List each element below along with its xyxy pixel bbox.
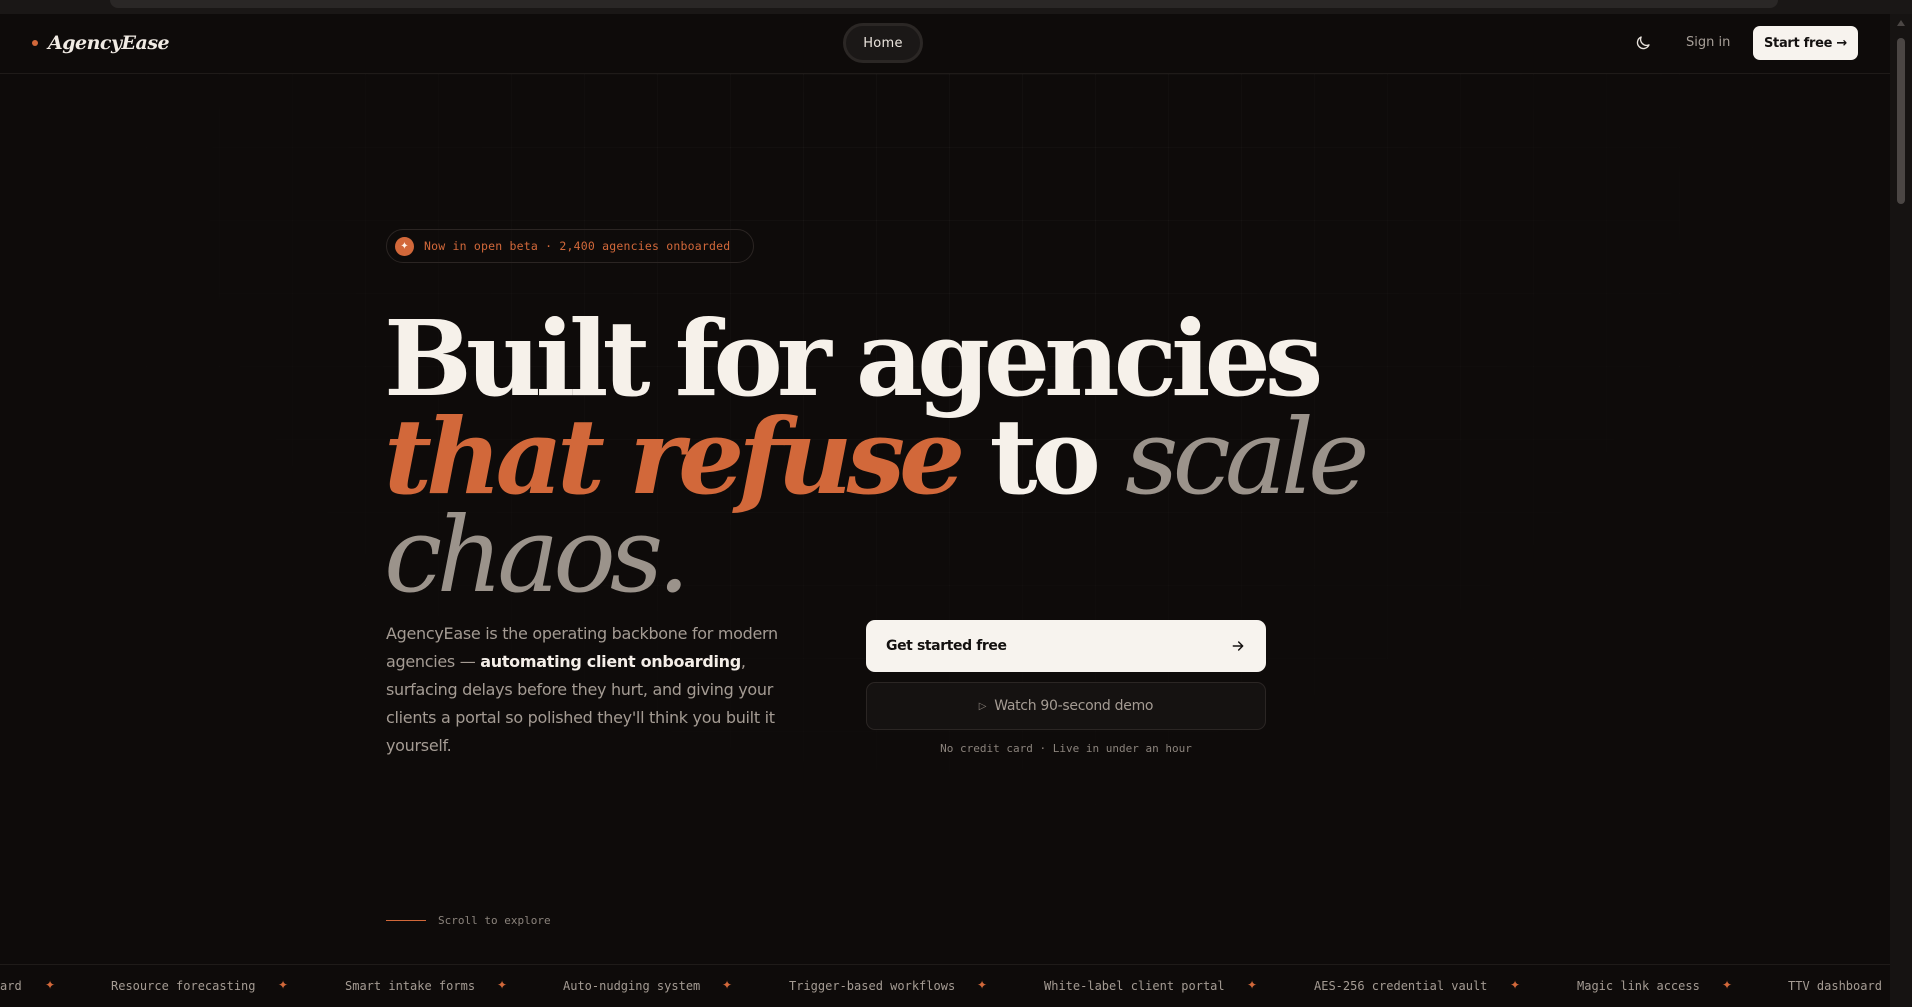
moon-icon[interactable] [1634,34,1652,52]
marquee-star-icon: ✦ [278,978,289,992]
logo-text: AgencyEase [48,32,170,54]
watch-demo-label: Watch 90-second demo [994,698,1154,714]
marquee-item: White-label client portal [1044,979,1225,993]
get-started-label: Get started free [886,638,1007,654]
headline-line-2: that refuse to scale [384,405,1384,510]
logo-dot-icon [32,40,38,46]
marquee-item: Trigger-based workflows [789,979,956,993]
scroll-hint: Scroll to explore [386,914,551,927]
browser-tab-bar [110,0,1778,8]
marquee-item: Smart intake forms [345,979,476,993]
marquee-star-icon: ✦ [1247,978,1258,992]
badge-text: Now in open beta · 2,400 agencies onboar… [424,239,731,253]
start-free-button[interactable]: Start free → [1753,26,1858,60]
logo[interactable]: AgencyEase [32,32,170,54]
signin-link[interactable]: Sign in [1686,35,1730,50]
sparkle-icon: ✦ [395,236,414,256]
hero-description: AgencyEase is the operating backbone for… [386,620,806,760]
marquee-track: ard ✦ Resource forecasting ✦ Smart intak… [0,965,1890,1007]
scroll-up-icon[interactable] [1897,20,1905,26]
cta-note: No credit card · Live in under an hour [940,742,1192,755]
marquee-star-icon: ✦ [497,978,508,992]
nav-home[interactable]: Home [843,23,923,63]
scrollbar-thumb[interactable] [1897,38,1905,204]
get-started-button[interactable]: Get started free [866,620,1266,672]
headline-line-3: chaos. [384,494,690,616]
marquee-star-icon: ✦ [1722,978,1733,992]
arrow-right-icon [1232,641,1244,651]
beta-badge: ✦ Now in open beta · 2,400 agencies onbo… [386,229,754,263]
headline-scale: scale [1125,396,1369,518]
marquee-star-icon: ✦ [722,978,733,992]
play-icon: ▷ [978,700,987,712]
marquee-star-icon: ✦ [977,978,988,992]
hero-headline: Built for agencies that refuse to scale … [384,297,1384,616]
marquee-item: Resource forecasting [111,979,256,993]
feature-marquee: ard ✦ Resource forecasting ✦ Smart intak… [0,964,1890,1007]
description-bold: automating client onboarding [480,652,741,671]
marquee-item: ard [0,979,22,993]
scroll-hint-label: Scroll to explore [438,914,551,927]
marquee-item: TTV dashboard [1788,979,1882,993]
marquee-item: Auto-nudging system [563,979,701,993]
marquee-item: AES-256 credential vault [1314,979,1488,993]
headline-to: to [989,395,1101,518]
watch-demo-button[interactable]: ▷ Watch 90-second demo [866,682,1266,730]
page-scrollbar[interactable] [1890,14,1912,1007]
site-header: AgencyEase Home Sign in Start free → [0,14,1890,74]
headline-line-1: Built for agencies [384,297,1323,420]
marquee-star-icon: ✦ [1510,978,1521,992]
marquee-star-icon: ✦ [45,978,56,992]
scroll-hint-line [386,920,426,921]
browser-top-strip [0,0,1912,14]
marquee-item: Magic link access [1577,979,1700,993]
